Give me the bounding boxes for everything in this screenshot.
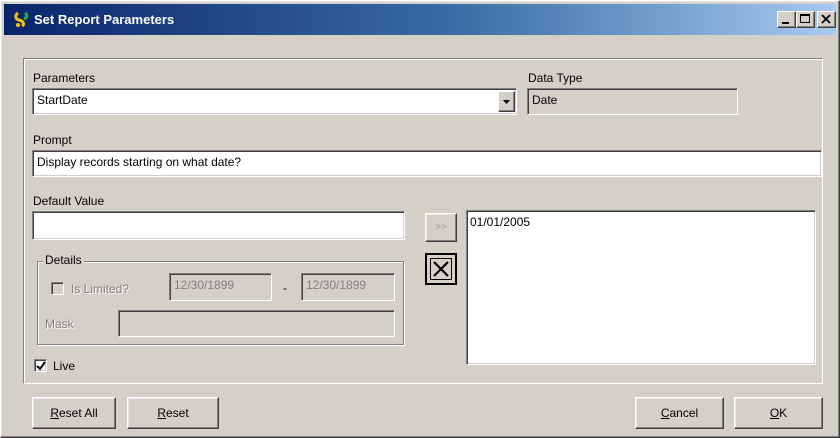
- minimize-button[interactable]: [777, 11, 796, 28]
- close-button[interactable]: [817, 11, 836, 28]
- limit-max-date-value: 12/30/1899: [306, 278, 367, 292]
- data-type-field: Date: [527, 88, 738, 115]
- limit-max-date[interactable]: 12/30/1899: [301, 273, 395, 301]
- data-type-label: Data Type: [528, 71, 583, 85]
- window-title: Set Report Parameters: [34, 12, 175, 27]
- ok-label: OK: [769, 406, 788, 420]
- dialog-window: Set Report Parameters Parameters StartDa…: [0, 0, 840, 438]
- prompt-input[interactable]: Display records starting on what date?: [32, 150, 822, 177]
- maximize-icon: [800, 14, 810, 23]
- limit-min-date-value: 12/30/1899: [174, 278, 235, 292]
- mask-input[interactable]: [118, 310, 395, 337]
- cancel-button[interactable]: Cancel: [635, 397, 724, 429]
- mask-label: Mask: [45, 317, 74, 331]
- data-type-value: Date: [532, 93, 558, 107]
- parameters-dropdown[interactable]: StartDate: [32, 88, 517, 115]
- ok-button[interactable]: OK: [734, 397, 823, 429]
- chevron-down-icon: [503, 100, 510, 104]
- title-bar[interactable]: Set Report Parameters: [4, 4, 836, 35]
- default-value-label: Default Value: [33, 194, 105, 208]
- range-separator: -: [283, 281, 287, 295]
- close-icon: [821, 14, 831, 24]
- maximize-button[interactable]: [796, 11, 815, 28]
- prompt-value: Display records starting on what date?: [37, 155, 242, 169]
- add-value-label: >>: [435, 222, 447, 233]
- is-limited-checkbox[interactable]: [51, 282, 64, 295]
- add-value-button[interactable]: >>: [425, 213, 457, 242]
- details-legend: Details: [43, 253, 84, 267]
- live-label: Live: [53, 359, 76, 373]
- is-limited-label: Is Limited?: [71, 282, 130, 296]
- reset-button[interactable]: Reset: [127, 397, 219, 429]
- cancel-label: Cancel: [660, 406, 699, 420]
- live-checkbox[interactable]: [34, 359, 47, 372]
- list-item[interactable]: 01/01/2005: [470, 215, 812, 229]
- checkmark-icon: [36, 361, 46, 371]
- reset-label: Reset: [157, 406, 189, 420]
- prompt-label: Prompt: [33, 133, 72, 147]
- reset-all-label: Reset All: [50, 406, 98, 420]
- parameters-label: Parameters: [33, 71, 96, 85]
- minimize-icon: [782, 22, 789, 24]
- parameters-dropdown-button[interactable]: [498, 91, 515, 112]
- remove-value-button[interactable]: [425, 253, 457, 285]
- app-icon: [14, 11, 30, 28]
- reset-all-button[interactable]: Reset All: [32, 397, 116, 429]
- parameters-value: StartDate: [37, 93, 88, 107]
- default-values-list[interactable]: 01/01/2005: [466, 210, 816, 365]
- default-value-input[interactable]: [32, 211, 405, 240]
- limit-min-date[interactable]: 12/30/1899: [169, 273, 272, 301]
- delete-icon: [430, 258, 452, 280]
